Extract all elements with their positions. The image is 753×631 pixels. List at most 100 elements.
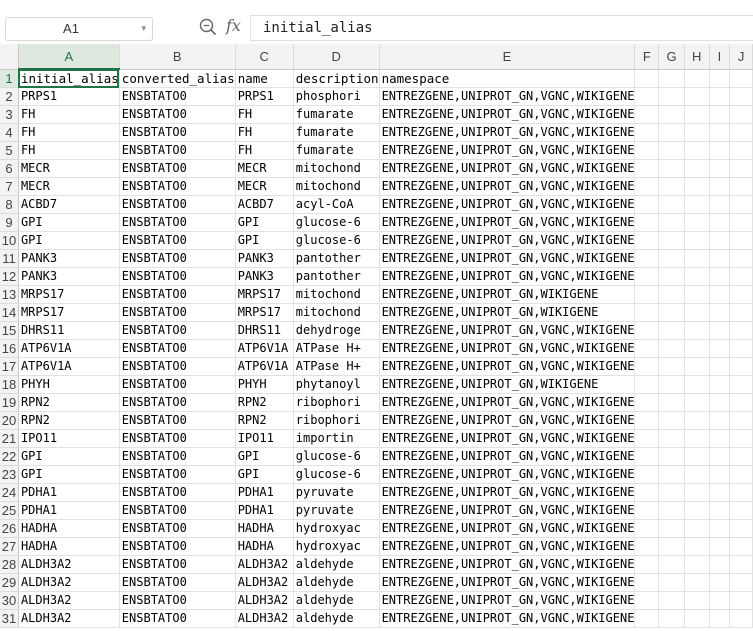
- cell[interactable]: [729, 375, 753, 394]
- row-header[interactable]: 19: [0, 393, 19, 412]
- cell[interactable]: [634, 339, 660, 358]
- cell[interactable]: [658, 375, 685, 394]
- cell[interactable]: PDHA1: [18, 483, 120, 502]
- cell[interactable]: [658, 123, 685, 142]
- cell[interactable]: phosphori: [293, 87, 380, 106]
- cell[interactable]: [729, 429, 753, 448]
- cell[interactable]: [634, 519, 660, 538]
- column-header-h[interactable]: H: [684, 44, 710, 70]
- cell[interactable]: FH: [235, 105, 294, 124]
- cell[interactable]: [709, 267, 731, 286]
- cell[interactable]: GPI: [18, 231, 120, 250]
- row-header[interactable]: 2: [0, 87, 19, 106]
- cell[interactable]: [658, 411, 685, 430]
- cell[interactable]: GPI: [18, 465, 120, 484]
- cell[interactable]: MRPS17: [235, 303, 294, 322]
- cell[interactable]: importin: [293, 429, 380, 448]
- cell[interactable]: [658, 303, 685, 322]
- row-header[interactable]: 7: [0, 177, 19, 196]
- cell[interactable]: ENSBTATO0: [119, 519, 236, 538]
- cell[interactable]: [684, 339, 710, 358]
- cell[interactable]: [729, 87, 753, 106]
- cell[interactable]: [684, 465, 710, 484]
- cell[interactable]: PDHA1: [18, 501, 120, 520]
- cell[interactable]: [634, 105, 660, 124]
- cell[interactable]: ENTREZGENE,UNIPROT_GN,VGNC,WIKIGENE: [379, 123, 636, 142]
- cell[interactable]: ENTREZGENE,UNIPROT_GN,VGNC,WIKIGENE: [379, 213, 636, 232]
- cell[interactable]: glucose-6: [293, 447, 380, 466]
- cell[interactable]: ENTREZGENE,UNIPROT_GN,VGNC,WIKIGENE: [379, 573, 636, 592]
- row-header[interactable]: 10: [0, 231, 19, 250]
- cell[interactable]: [729, 339, 753, 358]
- cell[interactable]: [729, 465, 753, 484]
- cell[interactable]: IPO11: [18, 429, 120, 448]
- cell[interactable]: HADHA: [18, 519, 120, 538]
- cell[interactable]: [658, 105, 685, 124]
- cell[interactable]: GPI: [18, 447, 120, 466]
- cell[interactable]: [684, 321, 710, 340]
- cell[interactable]: [684, 195, 710, 214]
- cell[interactable]: ENSBTATO0: [119, 141, 236, 160]
- row-header[interactable]: 25: [0, 501, 19, 520]
- cell[interactable]: MECR: [18, 159, 120, 178]
- cell[interactable]: PRPS1: [235, 87, 294, 106]
- cell[interactable]: RPN2: [18, 411, 120, 430]
- cell[interactable]: FH: [235, 141, 294, 160]
- cell[interactable]: [729, 537, 753, 556]
- cell[interactable]: [634, 609, 660, 628]
- cell[interactable]: [709, 357, 731, 376]
- cell[interactable]: ALDH3A2: [18, 555, 120, 574]
- cell[interactable]: ENTREZGENE,UNIPROT_GN,VGNC,WIKIGENE: [379, 447, 636, 466]
- cell[interactable]: ENTREZGENE,UNIPROT_GN,VGNC,WIKIGENE: [379, 159, 636, 178]
- cell[interactable]: acyl-CoA: [293, 195, 380, 214]
- cell[interactable]: ENTREZGENE,UNIPROT_GN,VGNC,WIKIGENE: [379, 357, 636, 376]
- cell[interactable]: [658, 195, 685, 214]
- cell[interactable]: [658, 429, 685, 448]
- cell[interactable]: [709, 159, 731, 178]
- cell[interactable]: [684, 555, 710, 574]
- cell[interactable]: [658, 231, 685, 250]
- cell[interactable]: [658, 159, 685, 178]
- cell[interactable]: [684, 375, 710, 394]
- cell[interactable]: ENTREZGENE,UNIPROT_GN,VGNC,WIKIGENE: [379, 555, 636, 574]
- cell[interactable]: [729, 159, 753, 178]
- cell[interactable]: [634, 555, 660, 574]
- cell[interactable]: phytanoyl: [293, 375, 380, 394]
- cell[interactable]: PANK3: [18, 249, 120, 268]
- cell[interactable]: [729, 303, 753, 322]
- cell[interactable]: [658, 483, 685, 502]
- cell[interactable]: [729, 177, 753, 196]
- cell[interactable]: [634, 267, 660, 286]
- cell[interactable]: [658, 393, 685, 412]
- cell[interactable]: ATPase H+: [293, 339, 380, 358]
- cell[interactable]: [684, 105, 710, 124]
- cell[interactable]: description: [293, 69, 380, 88]
- cell[interactable]: [709, 393, 731, 412]
- cell[interactable]: [684, 501, 710, 520]
- cell[interactable]: PHYH: [235, 375, 294, 394]
- cell[interactable]: HADHA: [18, 537, 120, 556]
- cell[interactable]: ENSBTATO0: [119, 195, 236, 214]
- row-header[interactable]: 18: [0, 375, 19, 394]
- cell[interactable]: hydroxyac: [293, 537, 380, 556]
- column-header-g[interactable]: G: [658, 44, 685, 70]
- row-header[interactable]: 15: [0, 321, 19, 340]
- cell[interactable]: [658, 339, 685, 358]
- cell[interactable]: [634, 537, 660, 556]
- cell[interactable]: ENTREZGENE,UNIPROT_GN,VGNC,WIKIGENE: [379, 537, 636, 556]
- cell[interactable]: HADHA: [235, 519, 294, 538]
- row-header[interactable]: 13: [0, 285, 19, 304]
- cell[interactable]: mitochond: [293, 159, 380, 178]
- cell[interactable]: [709, 429, 731, 448]
- cell[interactable]: ENTREZGENE,UNIPROT_GN,VGNC,WIKIGENE: [379, 591, 636, 610]
- cell[interactable]: pyruvate: [293, 501, 380, 520]
- formula-value[interactable]: initial_alias: [263, 16, 373, 40]
- cell[interactable]: ALDH3A2: [18, 573, 120, 592]
- formula-input[interactable]: initial_alias: [250, 15, 753, 41]
- cell[interactable]: [684, 483, 710, 502]
- cell[interactable]: PRPS1: [18, 87, 120, 106]
- cell[interactable]: [709, 285, 731, 304]
- cell[interactable]: MRPS17: [18, 285, 120, 304]
- cell[interactable]: ENTREZGENE,UNIPROT_GN,WIKIGENE: [379, 303, 636, 322]
- row-header[interactable]: 9: [0, 213, 19, 232]
